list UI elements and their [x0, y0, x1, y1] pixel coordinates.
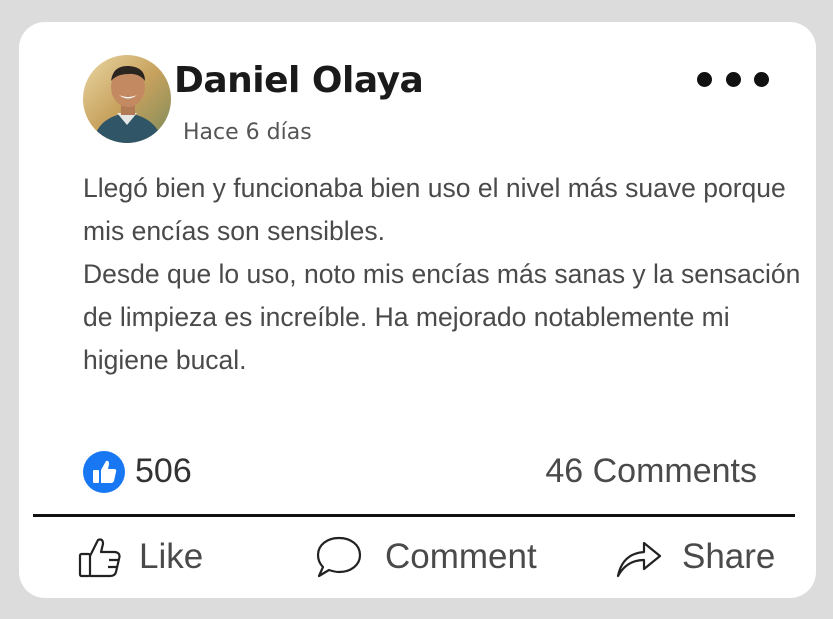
- like-button[interactable]: Like: [77, 532, 203, 582]
- share-label: Share: [682, 537, 776, 576]
- post-timestamp[interactable]: Hace 6 días: [183, 120, 312, 145]
- thumbs-up-badge-icon[interactable]: [82, 450, 126, 494]
- author-name[interactable]: Daniel Olaya: [174, 60, 424, 101]
- post-paragraph: Desde que lo uso, noto mis encías más sa…: [83, 259, 801, 375]
- like-label: Like: [139, 537, 204, 576]
- menu-dot: [754, 71, 769, 87]
- menu-dot: [697, 71, 712, 87]
- post-card: Daniel Olaya Hace 6 días Llegó bien y fu…: [19, 22, 816, 598]
- share-button[interactable]: Share: [614, 532, 775, 582]
- thumbs-up-icon: [77, 533, 125, 581]
- like-count[interactable]: 506: [135, 452, 192, 491]
- comments-count[interactable]: 46 Comments: [545, 452, 757, 491]
- menu-dot: [725, 71, 741, 87]
- avatar[interactable]: [83, 55, 171, 143]
- divider: [33, 514, 795, 517]
- share-arrow-icon: [614, 534, 664, 580]
- comment-label: Comment: [385, 537, 537, 576]
- post-paragraph: Llegó bien y funcionaba bien uso el nive…: [83, 173, 786, 246]
- post-body: Llegó bien y funcionaba bien uso el nive…: [83, 167, 813, 382]
- comment-button[interactable]: Comment: [315, 532, 537, 582]
- more-options-icon[interactable]: [697, 66, 769, 92]
- avatar-photo: [83, 55, 171, 143]
- speech-bubble-icon: [315, 534, 363, 580]
